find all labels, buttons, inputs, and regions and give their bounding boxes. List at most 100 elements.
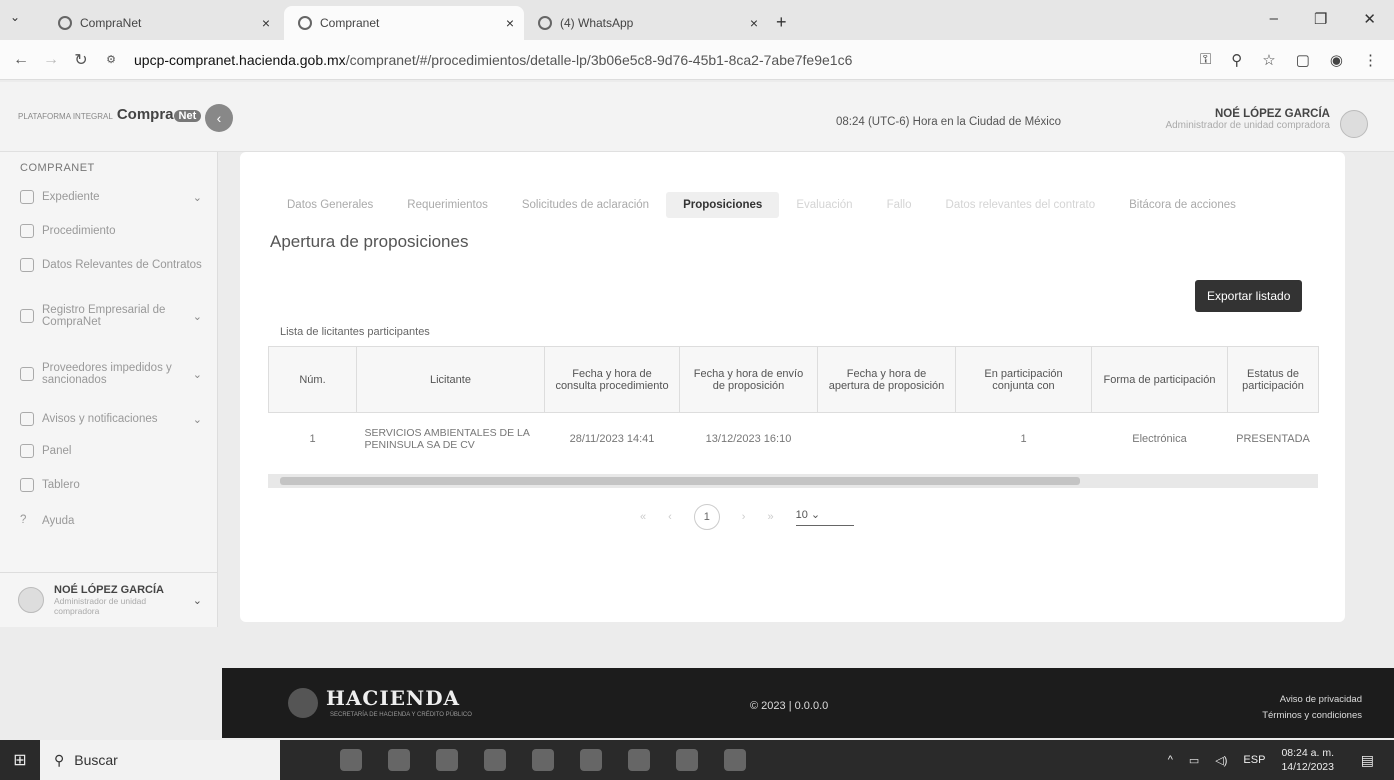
cell-envio: 13/12/2023 16:10 bbox=[705, 432, 792, 445]
search-icon: ⚲ bbox=[54, 751, 65, 768]
forward-icon[interactable]: → bbox=[36, 51, 66, 69]
taskbar-search-text: Buscar bbox=[74, 752, 118, 768]
menu-icon[interactable]: ⋮ bbox=[1363, 51, 1378, 69]
footer-subtitle: SECRETARÍA DE HACIENDA Y CRÉDITO PÚBLICO bbox=[330, 712, 472, 718]
tab-bitacora[interactable]: Bitácora de acciones bbox=[1112, 192, 1253, 218]
sidebar-user[interactable]: NOÉ LÓPEZ GARCÍA Administrador de unidad… bbox=[0, 572, 218, 627]
user-name: NOÉ LÓPEZ GARCÍA bbox=[1214, 108, 1330, 120]
table-row[interactable]: 1 SERVICIOS AMBIENTALES DE LA PENINSULA … bbox=[269, 413, 1319, 465]
close-icon[interactable]: × bbox=[506, 15, 514, 31]
edge-icon[interactable] bbox=[532, 749, 554, 771]
column-header[interactable]: Licitante bbox=[356, 346, 545, 413]
browser-tab-compranet-2[interactable]: Compranet × bbox=[284, 6, 524, 40]
prev-page-button[interactable]: ‹ bbox=[668, 511, 672, 523]
tab-datos-generales[interactable]: Datos Generales bbox=[270, 192, 390, 218]
chevron-down-icon: ⌄ bbox=[192, 310, 202, 323]
terms-link[interactable]: Términos y condiciones bbox=[1262, 708, 1362, 724]
windows-taskbar: ⊞ ⚲ Buscar ^ ▭ ◁) ESP 08:24 a. m. 14/12/… bbox=[0, 740, 1394, 780]
word-icon[interactable] bbox=[628, 749, 650, 771]
first-page-button[interactable]: « bbox=[640, 511, 646, 523]
tab-requerimientos[interactable]: Requerimientos bbox=[390, 192, 505, 218]
page-title: Apertura de proposiciones bbox=[270, 232, 469, 251]
sidebar-item-tablero[interactable]: Tablero bbox=[20, 478, 210, 492]
bookmark-icon bbox=[20, 258, 34, 272]
app-icon[interactable] bbox=[724, 749, 746, 771]
password-key-icon[interactable]: ⚿ bbox=[1200, 51, 1211, 69]
page-size-select[interactable]: 10 ⌄ bbox=[795, 508, 854, 526]
close-icon[interactable]: × bbox=[262, 15, 270, 31]
browser-tab-compranet-1[interactable]: CompraNet × bbox=[50, 6, 280, 40]
app-icon[interactable] bbox=[436, 749, 458, 771]
chrome-icon[interactable] bbox=[580, 749, 602, 771]
clock[interactable]: 08:24 a. m. 14/12/2023 bbox=[1281, 746, 1334, 774]
sidebar-item-label: Datos Relevantes de Contratos bbox=[42, 259, 202, 271]
zoom-icon[interactable]: ⚲ bbox=[1231, 51, 1242, 69]
sidebar-item-datos-relevantes[interactable]: Datos Relevantes de Contratos bbox=[20, 258, 210, 272]
user-info-top[interactable]: NOÉ LÓPEZ GARCÍA Administrador de unidad… bbox=[1165, 108, 1330, 131]
window-controls: – ❐ ✕ bbox=[1270, 10, 1376, 28]
profile-icon[interactable]: ◉ bbox=[1330, 51, 1343, 69]
hacienda-emblem-icon bbox=[288, 688, 318, 718]
compranet-logo[interactable]: PLATAFORMA INTEGRAL Compra Net bbox=[18, 106, 202, 123]
tab-solicitudes[interactable]: Solicitudes de aclaración bbox=[505, 192, 666, 218]
site-settings-icon[interactable]: ⚙ bbox=[96, 53, 126, 66]
app-icon[interactable] bbox=[340, 749, 362, 771]
sidebar-item-avisos[interactable]: Avisos y notificaciones ⌄ bbox=[20, 412, 210, 426]
cell-num: 1 bbox=[309, 432, 316, 445]
column-header[interactable]: En participación conjunta con bbox=[955, 346, 1092, 413]
app-icon[interactable] bbox=[484, 749, 506, 771]
column-header[interactable]: Estatus de participación bbox=[1227, 346, 1319, 413]
scrollbar-thumb[interactable] bbox=[280, 477, 1080, 485]
taskbar-search[interactable]: ⚲ Buscar bbox=[40, 740, 280, 780]
sidebar-item-procedimiento[interactable]: Procedimiento bbox=[20, 224, 210, 238]
column-header[interactable]: Fecha y hora de envío de proposición bbox=[679, 346, 818, 413]
tab-datos-contrato[interactable]: Datos relevantes del contrato bbox=[929, 192, 1113, 218]
footer-brand: HACIENDA bbox=[326, 686, 461, 710]
chevron-up-icon[interactable]: ^ bbox=[1168, 754, 1173, 766]
sidebar-item-registro-empresarial[interactable]: Registro Empresarial de CompraNet ⌄ bbox=[20, 304, 210, 328]
sidebar-item-ayuda[interactable]: ? Ayuda bbox=[20, 514, 210, 528]
main-content: Datos Generales Requerimientos Solicitud… bbox=[240, 152, 1345, 622]
column-header[interactable]: Fecha y hora de apertura de proposición bbox=[817, 346, 956, 413]
tab-title: CompraNet bbox=[80, 16, 142, 30]
app-icon[interactable] bbox=[676, 749, 698, 771]
app-icon[interactable] bbox=[388, 749, 410, 771]
minimize-icon[interactable]: – bbox=[1270, 10, 1278, 28]
last-page-button[interactable]: » bbox=[767, 511, 773, 523]
sidebar-item-panel[interactable]: Panel bbox=[20, 444, 210, 458]
back-icon[interactable]: ← bbox=[6, 51, 36, 69]
url-field[interactable]: upcp-compranet.hacienda.gob.mx/compranet… bbox=[134, 52, 852, 68]
browser-tab-whatsapp[interactable]: (4) WhatsApp × bbox=[528, 6, 768, 40]
next-page-button[interactable]: › bbox=[742, 511, 746, 523]
tab-proposiciones[interactable]: Proposiciones bbox=[666, 192, 780, 218]
sidebar-item-expediente[interactable]: Expediente ⌄ bbox=[20, 190, 210, 204]
horizontal-scrollbar[interactable] bbox=[268, 474, 1318, 488]
speaker-icon[interactable]: ◁) bbox=[1215, 754, 1227, 767]
current-page-button[interactable]: 1 bbox=[693, 504, 720, 530]
sidebar-item-proveedores[interactable]: Proveedores impedidos y sancionados ⌄ bbox=[20, 362, 210, 386]
windows-start-icon[interactable]: ⊞ bbox=[0, 740, 40, 780]
sidebar-item-label: Avisos y notificaciones bbox=[42, 413, 158, 425]
new-tab-button[interactable]: + bbox=[776, 12, 787, 33]
avatar[interactable] bbox=[1340, 110, 1368, 138]
column-header[interactable]: Núm. bbox=[268, 346, 357, 413]
bookmark-star-icon[interactable]: ☆ bbox=[1262, 51, 1275, 69]
sidepanel-icon[interactable]: ▢ bbox=[1296, 51, 1310, 69]
tab-fallo[interactable]: Fallo bbox=[870, 192, 929, 218]
column-header[interactable]: Forma de participación bbox=[1091, 346, 1228, 413]
table-header-row: Núm. Licitante Fecha y hora de consulta … bbox=[268, 346, 1319, 413]
close-icon[interactable]: × bbox=[750, 15, 758, 31]
tab-menu-chevron-icon[interactable]: ⌄ bbox=[10, 10, 20, 24]
export-list-button[interactable]: Exportar listado bbox=[1195, 280, 1303, 312]
privacy-link[interactable]: Aviso de privacidad bbox=[1262, 692, 1362, 708]
tab-evaluacion[interactable]: Evaluación bbox=[779, 192, 869, 218]
url-domain: upcp-compranet.hacienda.gob.mx bbox=[134, 51, 346, 68]
column-header[interactable]: Fecha y hora de consulta procedimiento bbox=[544, 346, 680, 413]
close-window-icon[interactable]: ✕ bbox=[1363, 10, 1376, 28]
network-icon[interactable]: ▭ bbox=[1189, 754, 1199, 767]
collapse-sidebar-button[interactable]: ‹ bbox=[205, 104, 233, 132]
reload-icon[interactable]: ↻ bbox=[66, 50, 96, 70]
language-indicator[interactable]: ESP bbox=[1243, 754, 1265, 766]
restore-icon[interactable]: ❐ bbox=[1314, 10, 1327, 28]
notifications-icon[interactable]: ▤ bbox=[1361, 752, 1374, 769]
